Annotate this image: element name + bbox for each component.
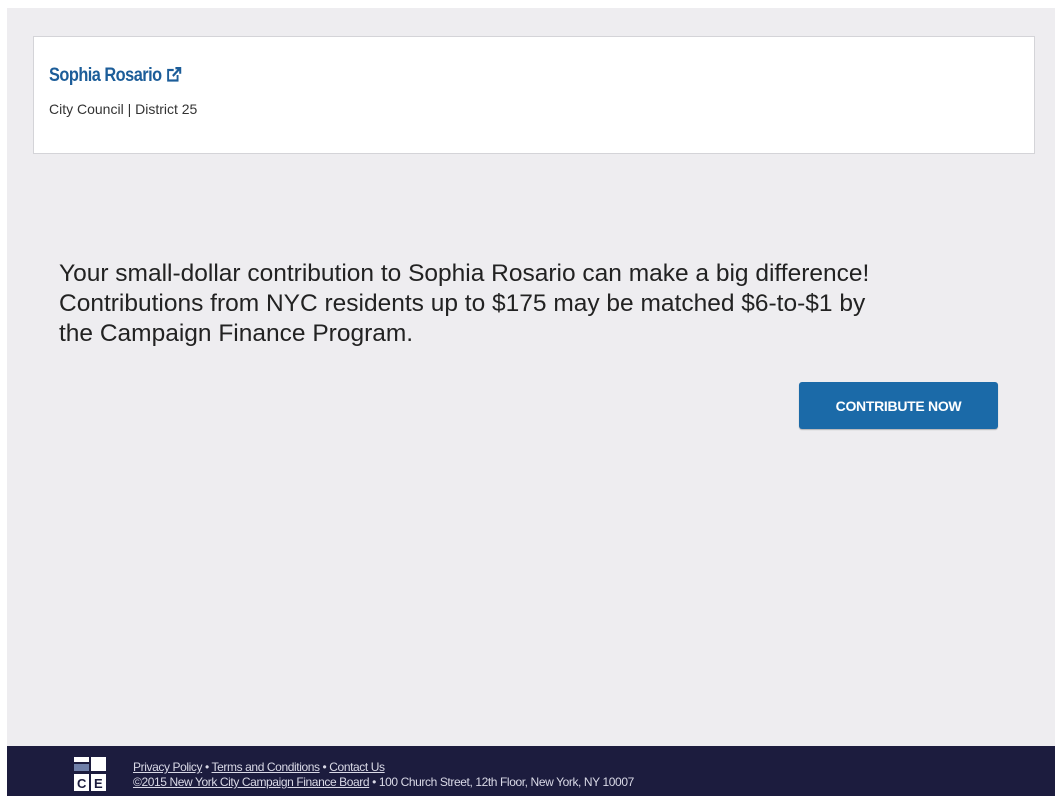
footer-separator: • bbox=[202, 760, 212, 774]
message-line-3: the Campaign Finance Program. bbox=[59, 320, 414, 347]
message-line-2: Contributions from NYC residents up to $… bbox=[59, 290, 866, 317]
footer-address: • 100 Church Street, 12th Floor, New Yor… bbox=[369, 775, 634, 789]
contribute-now-button[interactable]: CONTRIBUTE NOW bbox=[799, 382, 998, 429]
privacy-policy-link[interactable]: Privacy Policy bbox=[133, 760, 202, 774]
candidate-name-link[interactable]: Sophia Rosario bbox=[49, 65, 182, 87]
contribution-message: Your small-dollar contribution to Sophia… bbox=[59, 259, 1009, 349]
terms-link[interactable]: Terms and Conditions bbox=[212, 760, 320, 774]
svg-text:C: C bbox=[77, 776, 87, 791]
cfb-copyright-link[interactable]: ©2015 New York City Campaign Finance Boa… bbox=[133, 775, 370, 789]
candidate-card: Sophia Rosario City Council | District 2… bbox=[33, 36, 1035, 154]
footer-separator: • bbox=[319, 760, 330, 774]
message-line-1: Your small-dollar contribution to Sophia… bbox=[59, 260, 870, 287]
external-link-icon bbox=[167, 67, 182, 82]
candidate-name: Sophia Rosario bbox=[49, 65, 162, 86]
candidate-office: City Council | District 25 bbox=[49, 101, 198, 117]
page-background: Sophia Rosario City Council | District 2… bbox=[7, 8, 1055, 746]
contact-us-link[interactable]: Contact Us bbox=[329, 760, 385, 774]
svg-text:E: E bbox=[94, 776, 103, 791]
footer-links: Privacy Policy • Terms and Conditions • … bbox=[133, 760, 634, 790]
footer: C E Privacy Policy • Terms and Condition… bbox=[7, 746, 1055, 796]
cfb-logo-icon: C E bbox=[74, 757, 106, 791]
